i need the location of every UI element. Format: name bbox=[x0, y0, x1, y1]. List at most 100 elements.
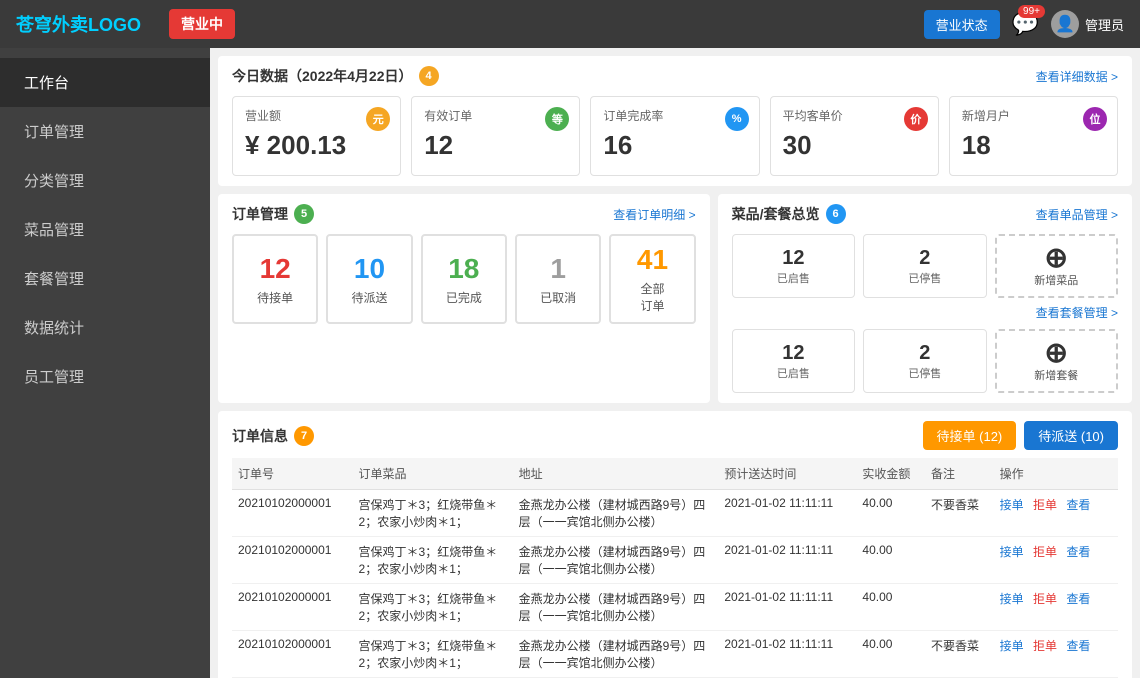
add-combo-card[interactable]: ⊕ 新增套餐 bbox=[995, 329, 1118, 393]
sidebar-item-dashboard[interactable]: 工作台 bbox=[0, 58, 210, 107]
cell-amount: 40.00 bbox=[856, 490, 925, 537]
order-mgmt-title: 订单管理 5 bbox=[232, 204, 314, 224]
stat-completed: 18 已完成 bbox=[421, 234, 507, 324]
avatar: 👤 bbox=[1051, 10, 1079, 38]
cell-actions: 接单 拒单 查看 bbox=[994, 537, 1118, 584]
header-left: 苍穹外卖LOGO 营业中 bbox=[16, 9, 235, 39]
new-users-icon: 位 bbox=[1083, 107, 1107, 131]
cell-actions: 接单 拒单 查看 bbox=[994, 490, 1118, 537]
business-status-button[interactable]: 营业状态 bbox=[924, 10, 1000, 39]
today-cards: 营业额 ¥ 200.13 元 有效订单 12 等 订单完成率 16 % bbox=[232, 96, 1118, 176]
today-card-avg-price: 平均客单价 30 价 bbox=[770, 96, 939, 176]
cell-time: 2021-01-02 11:11:11 bbox=[718, 537, 856, 584]
dish-overview-section: 菜品/套餐总览 6 查看单品管理 > 12 已启售 2 已停售 bbox=[718, 194, 1132, 403]
revenue-icon: 元 bbox=[366, 107, 390, 131]
action-view[interactable]: 查看 bbox=[1066, 498, 1090, 512]
dish-active-label: 已启售 bbox=[777, 270, 810, 286]
revenue-value: ¥ 200.13 bbox=[245, 130, 388, 161]
action-view[interactable]: 查看 bbox=[1066, 592, 1090, 606]
action-accept[interactable]: 接单 bbox=[1000, 498, 1024, 512]
dish-inactive: 2 已停售 bbox=[863, 234, 986, 298]
avg-price-value: 30 bbox=[783, 130, 926, 161]
new-users-value: 18 bbox=[962, 130, 1105, 161]
cell-dishes: 宫保鸡丁＊3；红烧带鱼＊2；农家小炒肉＊1； bbox=[353, 490, 513, 537]
stat-pending-num: 12 bbox=[260, 253, 291, 285]
dish-grid: 12 已启售 2 已停售 ⊕ 新增菜品 bbox=[732, 234, 1118, 298]
dispatch-orders-button[interactable]: 待派送 (10) bbox=[1024, 421, 1118, 450]
action-reject[interactable]: 拒单 bbox=[1033, 639, 1057, 653]
order-mgmt-title-text: 订单管理 bbox=[232, 204, 288, 224]
cell-amount: 40.00 bbox=[856, 584, 925, 631]
order-info-section: 订单信息 7 待接单 (12) 待派送 (10) 订单号 订单菜品 地址 预计送… bbox=[218, 411, 1132, 678]
stat-cancelled-label: 已取消 bbox=[540, 289, 576, 306]
dish-inactive-num: 2 bbox=[919, 247, 930, 270]
stat-pending-label: 待接单 bbox=[257, 289, 293, 306]
cell-remark bbox=[925, 584, 994, 631]
header-right: 营业状态 💬 99+ 👤 管理员 bbox=[924, 10, 1124, 39]
completion-value: 16 bbox=[603, 130, 746, 161]
today-section-header: 今日数据（2022年4月22日） 4 查看详细数据 > bbox=[232, 66, 1118, 86]
stat-completed-num: 18 bbox=[448, 253, 479, 285]
action-accept[interactable]: 接单 bbox=[1000, 545, 1024, 559]
user-info[interactable]: 👤 管理员 bbox=[1051, 10, 1124, 38]
main-layout: 工作台 订单管理 分类管理 菜品管理 套餐管理 数据统计 员工管理 今日数据（2… bbox=[0, 48, 1140, 678]
stat-cancelled-num: 1 bbox=[550, 253, 566, 285]
notification-button[interactable]: 💬 99+ bbox=[1012, 11, 1039, 37]
dish-inactive-label: 已停售 bbox=[908, 270, 941, 286]
sidebar-item-categories[interactable]: 分类管理 bbox=[0, 156, 210, 205]
add-dish-card[interactable]: ⊕ 新增菜品 bbox=[995, 234, 1118, 298]
sidebar-item-combos[interactable]: 套餐管理 bbox=[0, 254, 210, 303]
cell-id: 20210102000001 bbox=[232, 631, 353, 678]
cell-dishes: 宫保鸡丁＊3；红烧带鱼＊2；农家小炒肉＊1； bbox=[353, 584, 513, 631]
view-detail-link[interactable]: 查看详细数据 > bbox=[1036, 68, 1118, 85]
cell-time: 2021-01-02 11:11:11 bbox=[718, 584, 856, 631]
dish-overview-title: 菜品/套餐总览 6 bbox=[732, 204, 846, 224]
table-row: 20210102000001 宫保鸡丁＊3；红烧带鱼＊2；农家小炒肉＊1； 金燕… bbox=[232, 537, 1118, 584]
combo-inactive-num: 2 bbox=[919, 342, 930, 365]
order-mgmt-section: 订单管理 5 查看订单明细 > 12 待接单 10 待派送 18 bbox=[218, 194, 710, 403]
table-header: 订单号 订单菜品 地址 预计送达时间 实收金额 备注 操作 bbox=[232, 458, 1118, 490]
stat-pending: 12 待接单 bbox=[232, 234, 318, 324]
cell-remark: 不要香菜 bbox=[925, 631, 994, 678]
action-view[interactable]: 查看 bbox=[1066, 639, 1090, 653]
order-stats: 12 待接单 10 待派送 18 已完成 1 已取消 bbox=[232, 234, 696, 324]
action-reject[interactable]: 拒单 bbox=[1033, 545, 1057, 559]
stat-all-num: 41 bbox=[637, 244, 668, 276]
stat-completed-label: 已完成 bbox=[446, 289, 482, 306]
cell-id: 20210102000001 bbox=[232, 584, 353, 631]
action-accept[interactable]: 接单 bbox=[1000, 592, 1024, 606]
pending-orders-button[interactable]: 待接单 (12) bbox=[923, 421, 1017, 450]
sidebar-item-stats[interactable]: 数据统计 bbox=[0, 303, 210, 352]
view-dish-link[interactable]: 查看单品管理 > bbox=[1036, 206, 1118, 223]
action-reject[interactable]: 拒单 bbox=[1033, 592, 1057, 606]
today-title-text: 今日数据（2022年4月22日） bbox=[232, 66, 413, 86]
sidebar-item-orders[interactable]: 订单管理 bbox=[0, 107, 210, 156]
business-status-badge: 营业中 bbox=[169, 9, 235, 39]
cell-address: 金燕龙办公楼（建材城西路9号）四层（一一宾馆北侧办公楼） bbox=[513, 537, 719, 584]
add-dish-icon: ⊕ bbox=[1045, 244, 1068, 272]
sidebar-item-dishes[interactable]: 菜品管理 bbox=[0, 205, 210, 254]
view-orders-link[interactable]: 查看订单明细 > bbox=[613, 206, 695, 223]
today-badge: 4 bbox=[419, 66, 439, 86]
dish-active-num: 12 bbox=[782, 247, 804, 270]
cell-amount: 40.00 bbox=[856, 537, 925, 584]
combo-active-num: 12 bbox=[782, 342, 804, 365]
today-card-new-users: 新增月户 18 位 bbox=[949, 96, 1118, 176]
col-dishes: 订单菜品 bbox=[353, 458, 513, 490]
action-reject[interactable]: 拒单 bbox=[1033, 498, 1057, 512]
orders-tbody: 20210102000001 宫保鸡丁＊3；红烧带鱼＊2；农家小炒肉＊1； 金燕… bbox=[232, 490, 1118, 678]
stat-dispatch-num: 10 bbox=[354, 253, 385, 285]
header: 苍穹外卖LOGO 营业中 营业状态 💬 99+ 👤 管理员 bbox=[0, 0, 1140, 48]
action-view[interactable]: 查看 bbox=[1066, 545, 1090, 559]
order-info-header: 订单信息 7 待接单 (12) 待派送 (10) bbox=[232, 421, 1118, 450]
today-card-revenue: 营业额 ¥ 200.13 元 bbox=[232, 96, 401, 176]
stat-all-label: 全部 订单 bbox=[640, 280, 664, 314]
action-accept[interactable]: 接单 bbox=[1000, 639, 1024, 653]
today-section-title: 今日数据（2022年4月22日） 4 bbox=[232, 66, 439, 86]
col-time: 预计送达时间 bbox=[718, 458, 856, 490]
orders-icon: 等 bbox=[545, 107, 569, 131]
dish-active: 12 已启售 bbox=[732, 234, 855, 298]
cell-remark bbox=[925, 537, 994, 584]
sidebar-item-staff[interactable]: 员工管理 bbox=[0, 352, 210, 401]
view-combo-link[interactable]: 查看套餐管理 > bbox=[1036, 304, 1118, 321]
